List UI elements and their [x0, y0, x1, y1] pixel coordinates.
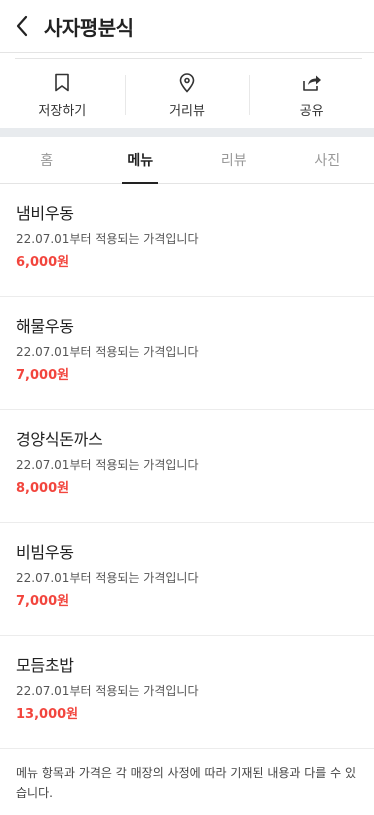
street-view-button[interactable]: 거리뷰 [124, 58, 250, 128]
back-button[interactable] [0, 0, 44, 53]
menu-list: 냄비우동 22.07.01부터 적용되는 가격입니다 6,000원 해물우동 2… [0, 184, 374, 749]
menu-item-price: 13,000원 [16, 707, 79, 722]
share-label: 공유 [299, 103, 324, 119]
menu-item-name: 냄비우동 [16, 204, 74, 223]
page-title: 사자평분식 [44, 15, 134, 40]
menu-item-description: 22.07.01부터 적용되는 가격입니다 [16, 345, 199, 359]
menu-item-price: 7,000원 [16, 368, 70, 383]
share-icon [302, 75, 321, 91]
action-bar: 저장하기 거리뷰 공유 [0, 58, 374, 128]
menu-item: 비빔우동 22.07.01부터 적용되는 가격입니다 7,000원 [0, 523, 374, 636]
save-button[interactable]: 저장하기 [0, 58, 125, 128]
menu-item-description: 22.07.01부터 적용되는 가격입니다 [16, 232, 199, 246]
menu-item: 경양식돈까스 22.07.01부터 적용되는 가격입니다 8,000원 [0, 410, 374, 523]
map-pin-icon [179, 72, 195, 93]
menu-notice: 메뉴 항목과 가격은 각 매장의 사정에 따라 기재된 내용과 다를 수 있습니… [16, 766, 357, 800]
tab-photo[interactable]: 사진 [281, 137, 374, 183]
menu-item-price: 6,000원 [16, 255, 70, 270]
menu-item-description: 22.07.01부터 적용되는 가격입니다 [16, 684, 199, 698]
tab-home[interactable]: 홈 [0, 137, 94, 183]
menu-item-name: 경양식돈까스 [16, 430, 103, 449]
tab-menu[interactable]: 메뉴 [94, 137, 188, 184]
chevron-left-icon [16, 15, 28, 37]
street-view-label: 거리뷰 [169, 103, 205, 119]
menu-item-price: 7,000원 [16, 594, 70, 609]
app-header: 사자평분식 [0, 0, 374, 53]
section-divider [0, 128, 374, 137]
menu-item-name: 비빔우동 [16, 543, 74, 562]
menu-item-name: 해물우동 [16, 317, 74, 336]
menu-item: 해물우동 22.07.01부터 적용되는 가격입니다 7,000원 [0, 297, 374, 410]
tab-review[interactable]: 리뷰 [187, 137, 281, 183]
menu-item-description: 22.07.01부터 적용되는 가격입니다 [16, 571, 199, 585]
menu-item: 모듬초밥 22.07.01부터 적용되는 가격입니다 13,000원 [0, 636, 374, 749]
share-button[interactable]: 공유 [249, 58, 374, 128]
tab-bar: 홈 메뉴 리뷰 사진 [0, 137, 374, 184]
bookmark-icon [55, 73, 70, 92]
save-label: 저장하기 [38, 103, 87, 119]
menu-item-description: 22.07.01부터 적용되는 가격입니다 [16, 458, 199, 472]
menu-item-name: 모듬초밥 [16, 656, 74, 675]
menu-item: 냄비우동 22.07.01부터 적용되는 가격입니다 6,000원 [0, 184, 374, 297]
menu-item-price: 8,000원 [16, 481, 70, 496]
